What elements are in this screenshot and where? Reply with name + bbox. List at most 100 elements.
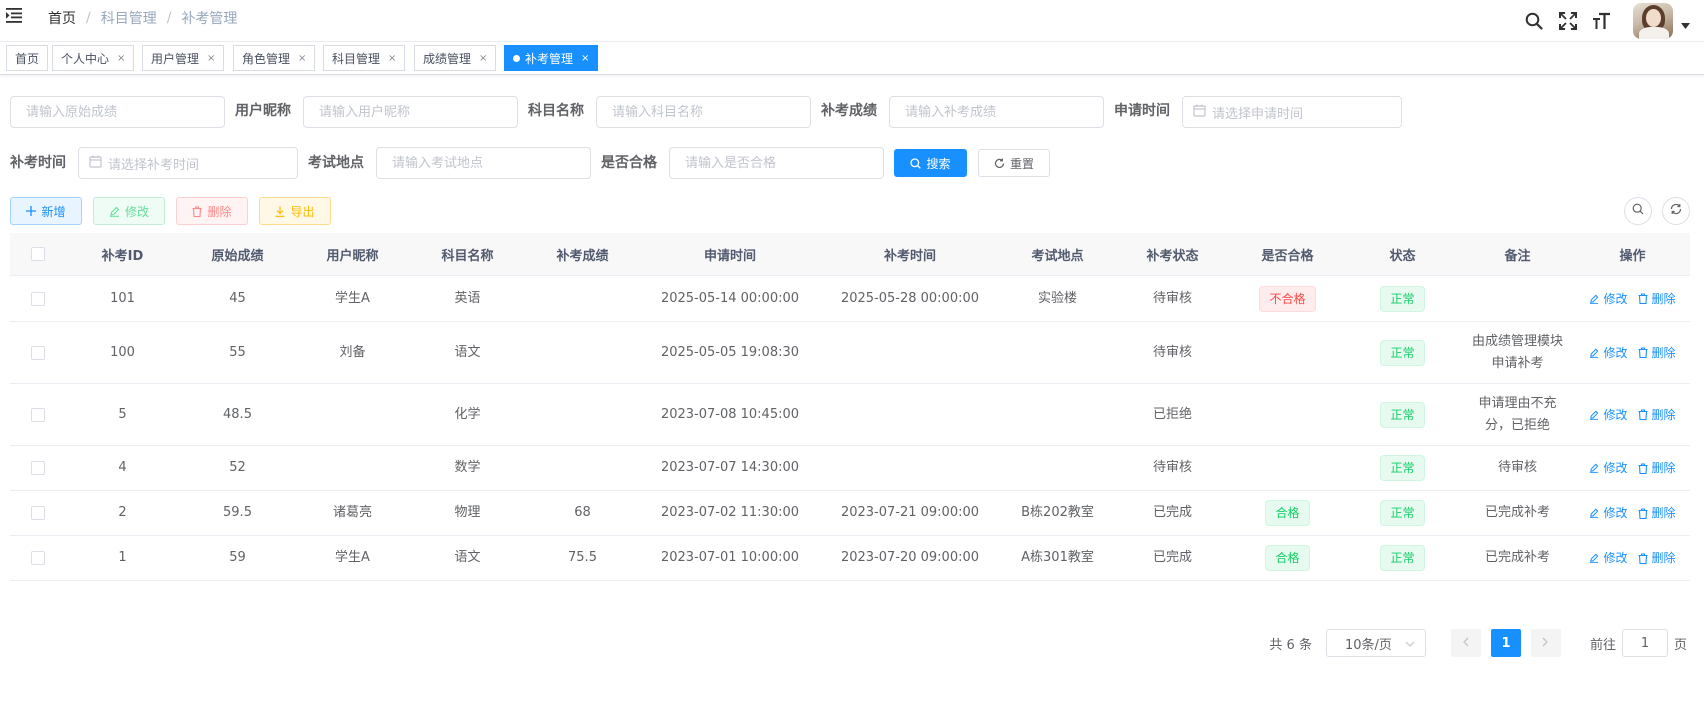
chevron-right-icon xyxy=(1542,636,1549,651)
tag-score-management[interactable]: 成绩管理 × xyxy=(414,45,497,71)
passed-input[interactable] xyxy=(669,147,884,179)
caret-down-icon xyxy=(1681,18,1690,33)
refresh-table-button[interactable] xyxy=(1662,197,1690,225)
cell-makeup-score xyxy=(525,322,640,383)
makeup-time-picker[interactable]: 请选择补考时间 xyxy=(78,147,298,179)
tag-profile[interactable]: 个人中心 × xyxy=(52,45,135,71)
subject-input[interactable] xyxy=(596,96,811,128)
column-header: 原始成绩 xyxy=(211,248,264,264)
search-icon xyxy=(910,157,922,169)
tag-user-management[interactable]: 用户管理 × xyxy=(142,45,225,71)
hamburger-menu-icon[interactable] xyxy=(6,7,24,23)
close-icon[interactable]: × xyxy=(388,53,396,64)
row-edit-link[interactable]: 修改 xyxy=(1589,547,1628,569)
table-row: 1 59 学生A 语文 75.5 2023-07-01 10:00:00 2023-07-2… xyxy=(10,536,1690,581)
nickname-input[interactable] xyxy=(303,96,518,128)
row-edit-link[interactable]: 修改 xyxy=(1589,342,1628,364)
row-delete-label: 删除 xyxy=(1651,461,1676,475)
makeup-score-input[interactable] xyxy=(889,96,1104,128)
search-button[interactable]: 搜索 xyxy=(894,149,967,177)
cell-makeup-time: 2023-07-21 09:00:00 xyxy=(840,505,980,520)
next-page-button[interactable] xyxy=(1530,629,1561,657)
fullscreen-icon[interactable] xyxy=(1557,10,1579,32)
page-number-button[interactable]: 1 xyxy=(1490,629,1521,657)
row-edit-link[interactable]: 修改 xyxy=(1589,502,1628,524)
cell-original-score: 59.5 xyxy=(223,505,252,520)
cell-select xyxy=(10,536,65,580)
breadcrumb-subject: 科目管理 xyxy=(100,11,157,27)
row-checkbox[interactable] xyxy=(30,551,45,565)
row-delete-link[interactable]: 删除 xyxy=(1638,342,1676,364)
location-input[interactable] xyxy=(376,147,591,179)
status-badge: 正常 xyxy=(1380,500,1425,526)
row-edit-link[interactable]: 修改 xyxy=(1589,288,1628,310)
toggle-search-button[interactable] xyxy=(1624,197,1652,225)
row-delete-label: 删除 xyxy=(1651,551,1676,565)
row-edit-label: 修改 xyxy=(1603,345,1628,360)
tag-home[interactable]: 首页 xyxy=(6,45,49,71)
apply-time-picker[interactable]: 请选择申请时间 xyxy=(1182,96,1402,128)
close-icon[interactable]: × xyxy=(479,53,487,64)
cell-passed xyxy=(1230,322,1345,383)
export-button-label: 导出 xyxy=(290,204,315,219)
cell-makeup-status: 已拒绝 xyxy=(1152,406,1192,422)
pass-badge: 合格 xyxy=(1265,500,1310,526)
cell-original-score: 52 xyxy=(229,460,246,475)
row-edit-link[interactable]: 修改 xyxy=(1589,457,1628,479)
edit-icon xyxy=(1589,463,1601,473)
row-checkbox[interactable] xyxy=(30,291,45,306)
user-menu[interactable] xyxy=(1633,3,1690,39)
edit-button[interactable]: 修改 xyxy=(93,197,165,225)
cell-status: 正常 xyxy=(1345,384,1460,445)
select-all-checkbox[interactable] xyxy=(30,247,45,261)
cell-id: 2 xyxy=(118,505,127,520)
row-edit-label: 修改 xyxy=(1603,407,1628,422)
prev-page-button[interactable] xyxy=(1450,629,1481,657)
export-button[interactable]: 导出 xyxy=(259,197,331,225)
reset-button[interactable]: 重置 xyxy=(978,149,1050,177)
cell-nickname: 学生A xyxy=(335,550,370,565)
cell-makeup-time xyxy=(820,322,1000,383)
row-delete-link[interactable]: 删除 xyxy=(1638,404,1676,426)
tag-role-management[interactable]: 角色管理 × xyxy=(233,45,316,71)
tag-label: 用户管理 xyxy=(151,51,200,66)
avatar[interactable] xyxy=(1633,3,1673,39)
row-delete-link[interactable]: 删除 xyxy=(1638,288,1676,310)
row-edit-link[interactable]: 修改 xyxy=(1589,404,1628,426)
close-icon[interactable]: × xyxy=(117,53,125,64)
font-size-icon[interactable] xyxy=(1591,10,1613,32)
page-size-select[interactable]: 10条/页 xyxy=(1325,629,1426,657)
row-checkbox[interactable] xyxy=(30,345,45,360)
cell-select xyxy=(10,276,65,321)
row-delete-link[interactable]: 删除 xyxy=(1638,547,1676,569)
cell-id: 5 xyxy=(118,406,127,422)
row-checkbox[interactable] xyxy=(30,407,45,422)
close-icon[interactable]: × xyxy=(298,53,306,64)
tag-subject-management[interactable]: 科目管理 × xyxy=(323,45,406,71)
search-icon[interactable] xyxy=(1523,10,1545,32)
row-checkbox[interactable] xyxy=(30,461,45,475)
location-label: 考试地点 xyxy=(308,155,364,171)
cell-makeup-score: 68 xyxy=(574,505,591,520)
makeup-time-placeholder: 请选择补考时间 xyxy=(108,157,200,173)
tag-label: 首页 xyxy=(15,51,40,66)
cell-location: A栋301教室 xyxy=(1021,550,1094,565)
close-icon[interactable]: × xyxy=(207,53,215,64)
column-header: 申请时间 xyxy=(703,248,756,264)
tag-makeup-management[interactable]: 补考管理 × xyxy=(504,45,599,71)
close-icon[interactable]: × xyxy=(581,53,589,64)
breadcrumb-home[interactable]: 首页 xyxy=(48,8,76,28)
download-icon xyxy=(275,206,285,217)
page-jumper: 前往 页 xyxy=(1590,629,1687,657)
trash-icon xyxy=(192,205,202,217)
cell-select xyxy=(10,322,65,383)
row-checkbox[interactable] xyxy=(30,506,45,520)
row-delete-link[interactable]: 删除 xyxy=(1638,502,1676,524)
delete-button[interactable]: 删除 xyxy=(176,197,248,225)
goto-page-input[interactable] xyxy=(1621,629,1668,657)
add-button[interactable]: 新增 xyxy=(10,197,82,225)
row-delete-link[interactable]: 删除 xyxy=(1638,457,1676,479)
status-badge: 正常 xyxy=(1380,455,1425,481)
original-score-input[interactable] xyxy=(10,96,225,128)
cell-subject: 语文 xyxy=(454,550,481,565)
